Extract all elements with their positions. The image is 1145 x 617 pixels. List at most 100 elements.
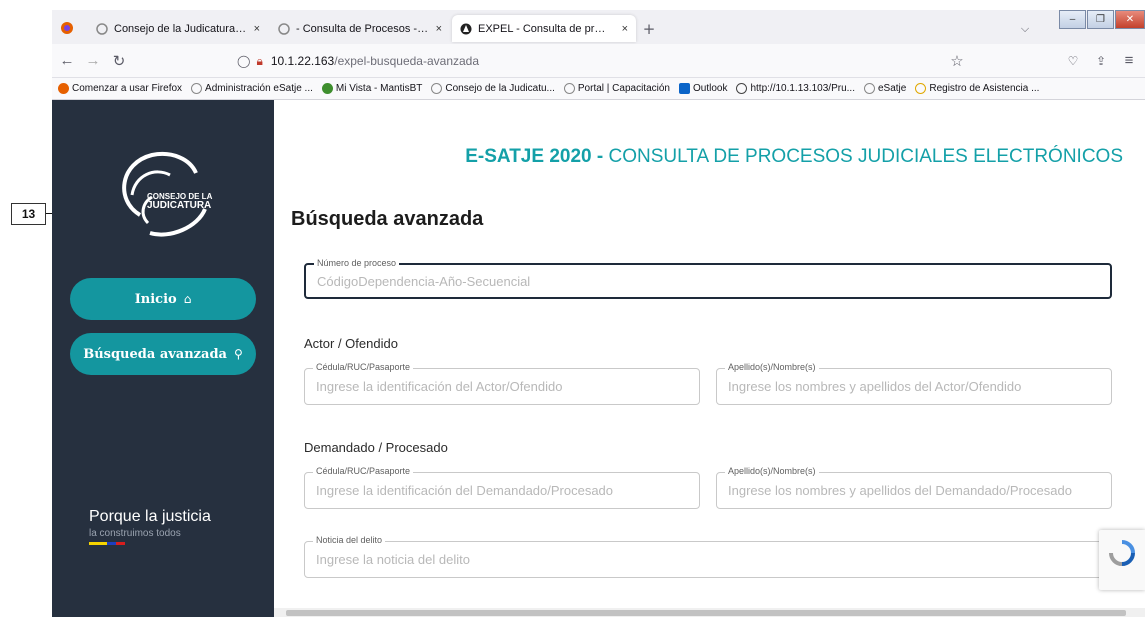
busqueda-label: Búsqueda avanzada bbox=[83, 346, 227, 362]
actor-name-input[interactable] bbox=[728, 369, 1100, 404]
browser-window: Consejo de la Judicatura | Cons × - Cons… bbox=[52, 10, 1145, 617]
actor-name-field: Apellido(s)/Nombre(s) bbox=[716, 362, 1112, 405]
home-icon: ⌂ bbox=[183, 292, 192, 306]
bookmark-label: Mi Vista - MantisBT bbox=[335, 83, 423, 94]
inicio-label: Inicio bbox=[134, 291, 177, 307]
logo-text: CONSEJO DE LA JUDICATURA bbox=[147, 192, 212, 211]
page-header: E-SATJE 2020 - CONSULTA DE PROCESOS JUDI… bbox=[465, 146, 1123, 168]
header-rest: CONSULTA DE PROCESOS JUDICIALES ELECTRÓN… bbox=[603, 146, 1123, 167]
window-controls: – ❐ ✕ bbox=[1058, 10, 1145, 29]
bookmark-item[interactable]: Portal | Capacitación bbox=[563, 83, 670, 94]
maximize-button[interactable]: ❐ bbox=[1087, 10, 1114, 29]
tab-title: EXPEL - Consulta de procesos bbox=[478, 22, 610, 35]
slogan-main: Porque la justicia bbox=[89, 508, 211, 525]
actor-id-input[interactable] bbox=[316, 369, 688, 404]
consejo-favicon-icon bbox=[278, 22, 290, 35]
bookmark-item[interactable]: Consejo de la Judicatu... bbox=[431, 83, 555, 94]
firefox-icon bbox=[58, 83, 69, 94]
demandado-id-input[interactable] bbox=[316, 473, 688, 508]
recaptcha-icon bbox=[1109, 540, 1135, 566]
noticia-delito-input[interactable] bbox=[316, 542, 1100, 577]
recaptcha-badge[interactable] bbox=[1099, 530, 1145, 590]
logo-line-2: JUDICATURA bbox=[147, 200, 212, 211]
url-host: 10.1.22.163 bbox=[270, 54, 335, 68]
bookmark-item[interactable]: Mi Vista - MantisBT bbox=[321, 83, 423, 94]
extensions-icon[interactable]: ⇪ bbox=[1090, 50, 1112, 72]
url-path: /expel-busqueda-avanzada bbox=[334, 54, 480, 68]
angular-favicon-icon bbox=[460, 23, 472, 34]
close-icon[interactable]: × bbox=[254, 23, 260, 35]
bookmark-label: Consejo de la Judicatu... bbox=[445, 83, 555, 94]
reload-icon[interactable]: ↻ bbox=[108, 50, 130, 72]
firefox-menu-icon[interactable] bbox=[56, 17, 78, 39]
consejo-favicon-icon bbox=[431, 83, 443, 94]
consejo-favicon-icon bbox=[563, 83, 575, 94]
bookmarks-bar: Comenzar a usar Firefox Administración e… bbox=[52, 78, 1145, 100]
url-bar[interactable]: ◯ 🔒︎ 10.1.22.163/expel-busqueda-avanzada bbox=[237, 49, 972, 73]
demandado-name-input[interactable] bbox=[728, 473, 1100, 508]
bookmark-label: Portal | Capacitación bbox=[577, 83, 670, 94]
hamburger-menu-icon[interactable]: ≡ bbox=[1118, 50, 1140, 72]
pocket-icon[interactable]: ♡ bbox=[1062, 50, 1084, 72]
globe-icon bbox=[736, 83, 748, 94]
screenshot-canvas: 13 Consejo de la Judicatura | Cons × - C… bbox=[0, 0, 1145, 617]
bookmark-item[interactable]: Comenzar a usar Firefox bbox=[58, 83, 182, 94]
tab-consejo[interactable]: Consejo de la Judicatura | Cons × bbox=[88, 15, 268, 42]
bookmark-item[interactable]: Outlook bbox=[678, 83, 728, 94]
back-arrow-icon[interactable]: ← bbox=[56, 50, 78, 72]
bookmark-label: Registro de Asistencia ... bbox=[929, 83, 1040, 94]
forward-arrow-icon[interactable]: → bbox=[82, 50, 104, 72]
numero-proceso-input[interactable] bbox=[317, 265, 1099, 297]
demandado-id-field: Cédula/RUC/Pasaporte bbox=[304, 466, 700, 509]
bookmark-item[interactable]: Administración eSatje ... bbox=[191, 83, 313, 94]
search-icon: ⚲ bbox=[233, 347, 243, 361]
consejo-logo: CONSEJO DE LA JUDICATURA bbox=[110, 145, 230, 240]
main-content: E-SATJE 2020 - CONSULTA DE PROCESOS JUDI… bbox=[274, 100, 1145, 617]
consejo-favicon-icon bbox=[191, 83, 203, 94]
bookmark-label: Outlook bbox=[692, 83, 728, 94]
busqueda-avanzada-button[interactable]: Búsqueda avanzada ⚲ bbox=[70, 333, 256, 375]
horizontal-scrollbar[interactable] bbox=[274, 608, 1145, 617]
consejo-favicon-icon bbox=[96, 22, 108, 35]
flag-yellow bbox=[89, 542, 107, 545]
bookmark-item[interactable]: Registro de Asistencia ... bbox=[915, 83, 1039, 94]
numero-proceso-field: Número de proceso bbox=[304, 258, 1112, 299]
star-icon[interactable]: ☆ bbox=[946, 50, 968, 72]
bookmark-label: Administración eSatje ... bbox=[205, 83, 313, 94]
slogan: Porque la justicia la construimos todos bbox=[89, 508, 211, 545]
flag-red bbox=[116, 542, 125, 545]
tab-title: Consejo de la Judicatura | Cons bbox=[114, 22, 248, 35]
bookmark-item[interactable]: eSatje bbox=[863, 83, 907, 94]
scrollbar-thumb[interactable] bbox=[286, 610, 1126, 616]
noticia-delito-field: Noticia del delito bbox=[304, 535, 1112, 578]
web-page: CONSEJO DE LA JUDICATURA Inicio ⌂ Búsque… bbox=[52, 100, 1145, 617]
demandado-group-title: Demandado / Procesado bbox=[304, 440, 448, 455]
close-icon[interactable]: × bbox=[436, 23, 442, 35]
tab-expel[interactable]: EXPEL - Consulta de procesos × bbox=[452, 15, 636, 42]
flag-blue bbox=[107, 542, 116, 545]
close-icon[interactable]: × bbox=[622, 23, 628, 35]
chevron-down-icon[interactable]: ⌵ bbox=[1014, 18, 1036, 40]
navigation-bar: ← → ↻ ◯ 🔒︎ 10.1.22.163/expel-busqueda-av… bbox=[52, 44, 1145, 78]
section-title: Búsqueda avanzada bbox=[291, 208, 484, 230]
minimize-button[interactable]: – bbox=[1059, 10, 1086, 29]
shield-icon[interactable]: ◯ bbox=[237, 54, 250, 68]
inicio-button[interactable]: Inicio ⌂ bbox=[70, 278, 256, 320]
sidebar: CONSEJO DE LA JUDICATURA Inicio ⌂ Búsque… bbox=[52, 100, 274, 617]
bookmark-label: eSatje bbox=[877, 83, 907, 94]
bookmark-label: http://10.1.13.103/Pru... bbox=[750, 83, 855, 94]
ecuador-flag-stripe bbox=[89, 542, 211, 545]
actor-id-field: Cédula/RUC/Pasaporte bbox=[304, 362, 700, 405]
demandado-name-field: Apellido(s)/Nombre(s) bbox=[716, 466, 1112, 509]
tab-consulta[interactable]: - Consulta de Procesos - eSATJ × bbox=[270, 15, 450, 42]
tab-title: - Consulta de Procesos - eSATJ bbox=[296, 22, 430, 35]
bookmark-label: Comenzar a usar Firefox bbox=[72, 83, 183, 94]
outlook-icon bbox=[678, 83, 690, 94]
consejo-favicon-icon bbox=[863, 83, 875, 94]
callout-number-box: 13 bbox=[11, 203, 46, 225]
tab-bar: Consejo de la Judicatura | Cons × - Cons… bbox=[52, 10, 1145, 44]
bookmark-item[interactable]: http://10.1.13.103/Pru... bbox=[736, 83, 855, 94]
close-window-button[interactable]: ✕ bbox=[1115, 10, 1145, 29]
new-tab-button[interactable]: + bbox=[638, 18, 660, 40]
insecure-lock-icon[interactable]: 🔒︎ bbox=[256, 54, 262, 69]
